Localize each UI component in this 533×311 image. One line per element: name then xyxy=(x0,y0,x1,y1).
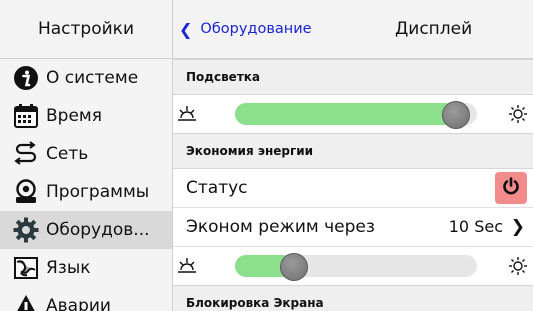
backlight-slider-fill xyxy=(235,103,456,125)
sidebar-item-time[interactable]: Время xyxy=(0,97,172,135)
eco-mode-row[interactable]: Эконом режим через 10 Sec ❯ xyxy=(173,208,533,247)
status-row: Статус xyxy=(173,169,533,208)
info-icon xyxy=(12,64,40,92)
eco-mode-label: Эконом режим через xyxy=(186,217,375,237)
sidebar-item-programs[interactable]: Программы xyxy=(0,173,172,211)
backlight-slider-row xyxy=(173,95,533,133)
back-button[interactable]: ❮ Оборудование xyxy=(179,0,312,58)
network-icon xyxy=(12,140,40,168)
sidebar-item-about[interactable]: О системе xyxy=(0,59,172,97)
sidebar-item-label: Аварии xyxy=(46,296,111,311)
eco-brightness-slider-thumb[interactable] xyxy=(280,253,309,281)
sidebar-title: Настройки xyxy=(0,0,172,59)
eco-brightness-slider-row xyxy=(173,247,533,285)
brightness-low-icon xyxy=(177,257,197,279)
calendar-icon xyxy=(12,102,40,130)
power-icon xyxy=(502,177,520,199)
map-icon xyxy=(12,254,40,282)
section-header-screen-lock: Блокировка Экрана xyxy=(173,285,533,311)
page-title: Дисплей xyxy=(395,19,473,39)
sidebar-item-label: Сеть xyxy=(46,144,89,164)
backlight-slider-thumb[interactable] xyxy=(442,101,471,129)
warning-icon xyxy=(12,292,40,311)
gear-icon xyxy=(12,216,40,244)
status-label: Статус xyxy=(186,178,248,198)
chevron-right-icon: ❯ xyxy=(510,217,525,237)
chevron-left-icon: ❮ xyxy=(179,19,193,39)
sidebar-item-label: О системе xyxy=(46,68,139,88)
section-header-backlight: Подсветка xyxy=(173,59,533,95)
sidebar-item-language[interactable]: Язык xyxy=(0,249,172,287)
top-bar: ❮ Оборудование Дисплей xyxy=(173,0,533,59)
brightness-low-icon xyxy=(177,105,197,127)
brightness-high-icon xyxy=(509,105,527,127)
programs-icon xyxy=(12,178,40,206)
brightness-high-icon xyxy=(509,257,527,279)
sidebar: Настройки О системе Время Сеть Программы… xyxy=(0,0,173,311)
sidebar-item-label: Программы xyxy=(46,182,150,202)
settings-panel: Подсветка Экономия энергии Статус Эконом… xyxy=(173,59,533,311)
sidebar-item-label: Язык xyxy=(46,258,91,278)
back-button-label: Оборудование xyxy=(200,21,312,37)
sidebar-item-label: Время xyxy=(46,106,102,126)
eco-mode-value: 10 Sec xyxy=(448,217,503,236)
power-toggle-button[interactable] xyxy=(495,172,527,204)
sidebar-item-alarms[interactable]: Аварии xyxy=(0,287,172,311)
eco-brightness-slider[interactable] xyxy=(235,253,477,281)
backlight-slider[interactable] xyxy=(235,101,477,129)
section-header-energy: Экономия энергии xyxy=(173,133,533,169)
sidebar-item-hardware[interactable]: Оборудов... xyxy=(0,211,172,249)
sidebar-item-label: Оборудов... xyxy=(46,220,150,240)
sidebar-item-network[interactable]: Сеть xyxy=(0,135,172,173)
